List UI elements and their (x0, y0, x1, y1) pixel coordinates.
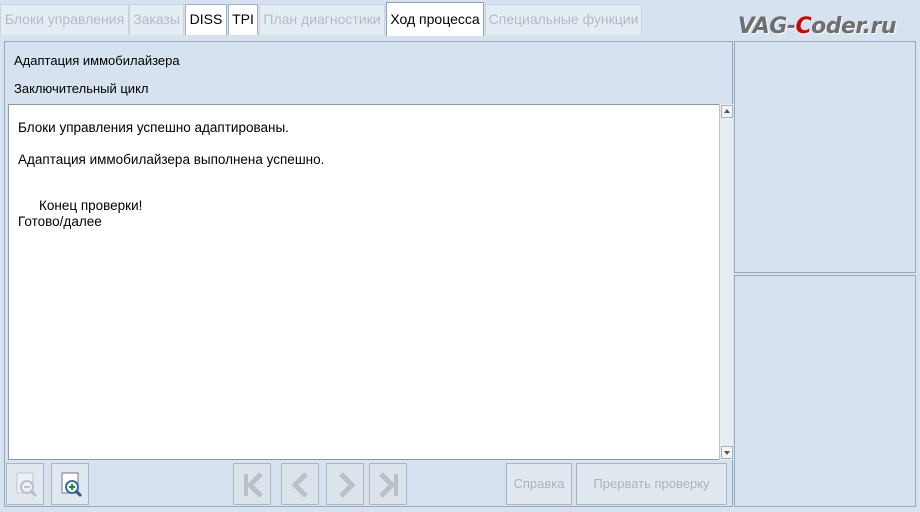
tab-orders[interactable]: Заказы (129, 4, 184, 35)
zoom-out-icon (16, 472, 38, 498)
tab-control-units[interactable]: Блоки управления (0, 4, 129, 35)
tab-diss[interactable]: DISS (185, 4, 227, 35)
first-page-icon (244, 472, 263, 498)
tab-tpi[interactable]: TPI (228, 4, 258, 35)
procedure-step: Заключительный цикл (14, 81, 149, 96)
message-line: Готово/далее (18, 214, 102, 229)
abort-check-button[interactable]: Прервать проверку (576, 463, 727, 505)
tab-diagnostic-plan[interactable]: План диагностики (259, 4, 385, 35)
zoom-in-button[interactable] (51, 463, 89, 505)
last-page-icon (379, 472, 398, 498)
last-button[interactable] (369, 463, 407, 505)
side-panel-top (734, 41, 916, 273)
message-area: Блоки управления успешно адаптированы. А… (8, 104, 721, 460)
procedure-title: Адаптация иммобилайзера (14, 53, 180, 68)
vag-coder-logo: VAG-Coder.ru (737, 14, 897, 39)
previous-button[interactable] (281, 463, 319, 505)
message-line: Конец проверки! (39, 198, 143, 213)
tab-process[interactable]: Ход процесса (386, 2, 484, 36)
tab-bar: Блоки управления Заказы DISS TPI План ди… (0, 0, 920, 39)
first-button[interactable] (233, 463, 271, 505)
message-line: Блоки управления успешно адаптированы. (18, 120, 289, 135)
next-button[interactable] (326, 463, 364, 505)
message-line: Адаптация иммобилайзера выполнена успешн… (18, 152, 325, 167)
help-button[interactable]: Справка (506, 463, 572, 505)
main-panel: Адаптация иммобилайзера Заключительный ц… (4, 41, 733, 507)
next-icon (339, 472, 356, 498)
zoom-out-button[interactable] (6, 463, 44, 505)
vertical-scrollbar[interactable] (719, 104, 733, 460)
scroll-down-button[interactable] (721, 446, 733, 459)
tab-special-functions[interactable]: Специальные функции (485, 4, 642, 35)
scroll-up-button[interactable] (721, 105, 733, 118)
side-panel-bottom (734, 275, 916, 507)
previous-icon (291, 472, 308, 498)
zoom-in-icon (61, 472, 83, 498)
